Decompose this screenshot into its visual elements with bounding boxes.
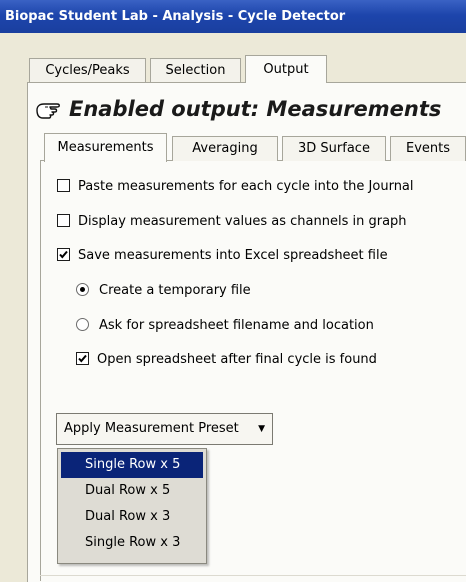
tab-averaging[interactable]: Averaging bbox=[172, 136, 278, 161]
apply-preset-button[interactable]: Apply Measurement Preset ▼ bbox=[56, 413, 273, 445]
open-after-option[interactable]: Open spreadsheet after final cycle is fo… bbox=[76, 350, 377, 370]
paste-journal-checkbox[interactable] bbox=[57, 179, 70, 192]
preset-menu-item[interactable]: Single Row x 5 bbox=[61, 452, 203, 478]
open-after-checkbox[interactable] bbox=[76, 352, 89, 365]
tab-events[interactable]: Events bbox=[390, 136, 466, 161]
ask-filename-radio[interactable] bbox=[76, 318, 89, 331]
dropdown-arrow-icon: ▼ bbox=[258, 424, 265, 434]
tab-output[interactable]: Output bbox=[245, 55, 327, 83]
paste-journal-option[interactable]: Paste measurements for each cycle into t… bbox=[57, 177, 414, 197]
paste-journal-label: Paste measurements for each cycle into t… bbox=[78, 179, 414, 194]
display-channels-label: Display measurement values as channels i… bbox=[78, 214, 407, 229]
tab-label: Averaging bbox=[192, 141, 258, 156]
ask-filename-label: Ask for spreadsheet filename and locatio… bbox=[99, 318, 374, 333]
window-title: Biopac Student Lab - Analysis - Cycle De… bbox=[5, 9, 346, 24]
tab-cycles-peaks[interactable]: Cycles/Peaks bbox=[29, 58, 146, 82]
ask-filename-option[interactable]: Ask for spreadsheet filename and locatio… bbox=[76, 316, 374, 336]
pointing-hand-icon bbox=[36, 103, 60, 119]
tab-label: Measurements bbox=[57, 140, 154, 155]
open-after-label: Open spreadsheet after final cycle is fo… bbox=[97, 352, 377, 367]
temp-file-label: Create a temporary file bbox=[99, 283, 251, 298]
tab-selection[interactable]: Selection bbox=[150, 58, 241, 82]
temp-file-radio[interactable] bbox=[76, 283, 89, 296]
temp-file-option[interactable]: Create a temporary file bbox=[76, 281, 251, 301]
preset-menu: Single Row x 5 Dual Row x 5 Dual Row x 3… bbox=[57, 448, 207, 564]
apply-preset-label: Apply Measurement Preset bbox=[64, 421, 239, 436]
save-excel-label: Save measurements into Excel spreadsheet… bbox=[78, 248, 388, 263]
page-title: Enabled output: Measurements bbox=[35, 93, 441, 125]
save-excel-checkbox[interactable] bbox=[57, 248, 70, 261]
tab-measurements[interactable]: Measurements bbox=[44, 133, 167, 162]
checkmark-icon bbox=[78, 354, 87, 363]
page-title-text: Enabled output: Measurements bbox=[69, 97, 442, 121]
preset-menu-item[interactable]: Dual Row x 3 bbox=[61, 504, 203, 530]
tab-label: 3D Surface bbox=[298, 141, 370, 156]
display-channels-option[interactable]: Display measurement values as channels i… bbox=[57, 212, 407, 232]
tab-3d-surface[interactable]: 3D Surface bbox=[282, 136, 386, 161]
tab-label: Output bbox=[263, 62, 309, 77]
checkmark-icon bbox=[59, 250, 68, 259]
save-excel-option[interactable]: Save measurements into Excel spreadsheet… bbox=[57, 246, 388, 266]
radio-selected-dot bbox=[80, 287, 85, 292]
tab-label: Selection bbox=[165, 63, 226, 78]
tab-label: Events bbox=[405, 141, 450, 156]
preset-menu-item[interactable]: Single Row x 3 bbox=[61, 530, 203, 556]
display-channels-checkbox[interactable] bbox=[57, 214, 70, 227]
window-title-bar: Biopac Student Lab - Analysis - Cycle De… bbox=[0, 0, 466, 33]
panel-bottom-edge bbox=[40, 575, 466, 576]
preset-menu-item[interactable]: Dual Row x 5 bbox=[61, 478, 203, 504]
tab-label: Cycles/Peaks bbox=[45, 63, 130, 78]
